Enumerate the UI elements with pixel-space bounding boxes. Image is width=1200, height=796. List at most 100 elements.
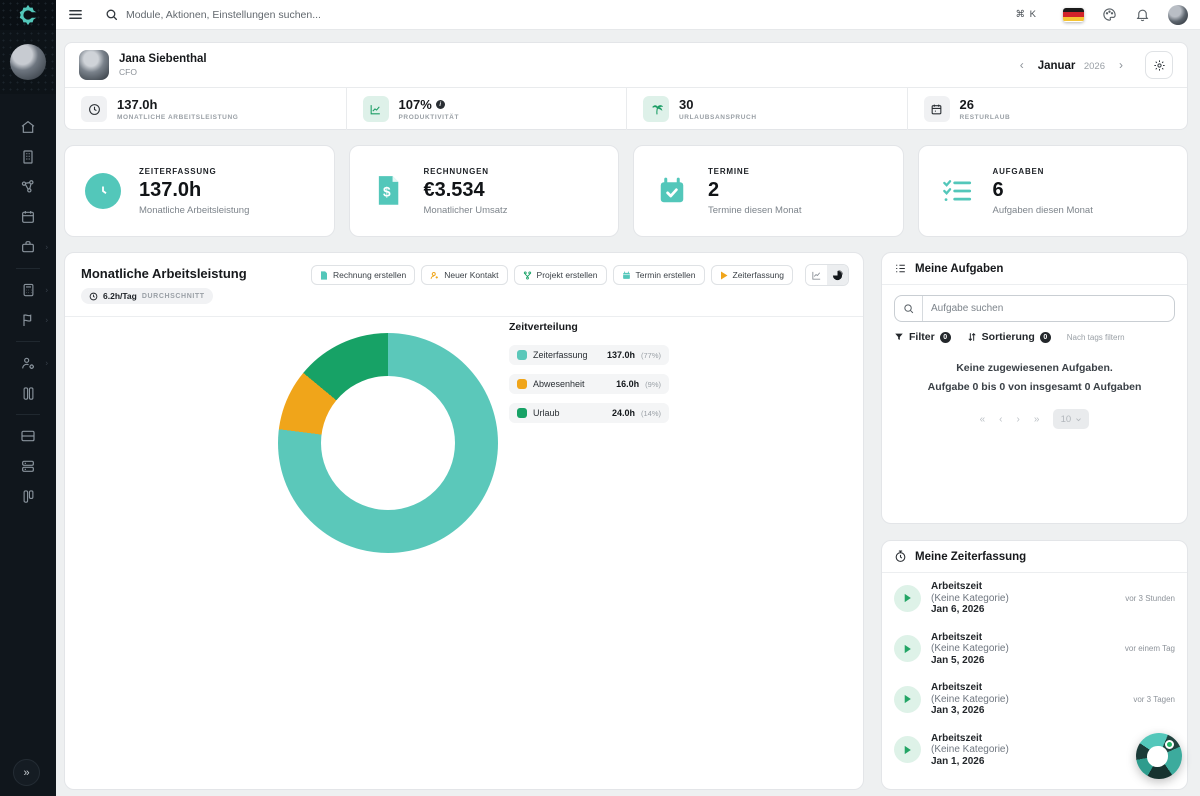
last-page-button[interactable]: » bbox=[1034, 414, 1040, 425]
stats-row: 137.0h MONATLICHE ARBEITSLEISTUNG 107%i … bbox=[65, 88, 1187, 130]
chart-view-toggle bbox=[805, 264, 849, 286]
sidebar-item-company[interactable] bbox=[0, 142, 56, 172]
user-settings-icon bbox=[20, 355, 36, 371]
time-panel-header: Meine Zeiterfassung bbox=[882, 541, 1187, 573]
stat-value: 30 bbox=[679, 97, 757, 112]
stat-monthly-hours: 137.0h MONATLICHE ARBEITSLEISTUNG bbox=[65, 88, 346, 130]
card-title: AUFGABEN bbox=[993, 167, 1093, 176]
sidebar-item-finance[interactable]: › bbox=[0, 275, 56, 305]
line-view-button[interactable] bbox=[806, 265, 827, 285]
card-value: €3.534 bbox=[424, 179, 508, 202]
quick-actions: Rechnung erstellen Neuer Kontakt Projekt… bbox=[311, 264, 849, 286]
hierarchy-icon bbox=[20, 179, 36, 195]
global-search-input[interactable] bbox=[126, 9, 486, 21]
trend-chart-icon bbox=[369, 103, 382, 116]
play-icon[interactable] bbox=[894, 736, 921, 763]
sidebar-item-hr[interactable]: › bbox=[0, 348, 56, 378]
stat-value: 26 bbox=[960, 97, 1011, 112]
create-invoice-button[interactable]: Rechnung erstellen bbox=[311, 265, 415, 285]
card-value: 6 bbox=[993, 179, 1093, 202]
card-aufgaben[interactable]: AUFGABEN 6 Aufgaben diesen Monat bbox=[918, 145, 1189, 237]
play-icon bbox=[720, 271, 728, 280]
time-entry[interactable]: Arbeitszeit (Keine Kategorie) Jan 6, 202… bbox=[882, 573, 1187, 624]
tasks-pagination: « ‹ › » 10 bbox=[882, 409, 1187, 429]
first-page-button[interactable]: « bbox=[980, 414, 986, 425]
sidebar-item-stack[interactable] bbox=[0, 451, 56, 481]
online-status-dot bbox=[1165, 740, 1174, 749]
next-page-button[interactable]: › bbox=[1017, 414, 1020, 425]
line-chart-icon bbox=[811, 270, 822, 281]
pie-view-button[interactable] bbox=[827, 265, 848, 285]
sidebar-item-panel[interactable] bbox=[0, 421, 56, 451]
app-logo[interactable] bbox=[0, 0, 56, 30]
language-flag-button[interactable] bbox=[1063, 8, 1084, 22]
chevron-right-icon: › bbox=[45, 286, 48, 295]
average-label: DURCHSCHNITT bbox=[142, 293, 205, 300]
palm-tree-icon bbox=[650, 103, 663, 116]
assistant-floating-button[interactable] bbox=[1136, 733, 1182, 779]
time-entry[interactable]: Arbeitszeit (Keine Kategorie) Jan 3, 202… bbox=[882, 674, 1187, 725]
create-project-button[interactable]: Projekt erstellen bbox=[514, 265, 607, 285]
profile-avatar[interactable] bbox=[1168, 5, 1188, 25]
stopwatch-icon bbox=[894, 550, 907, 563]
columns-icon bbox=[21, 386, 36, 401]
sidebar-item-calendar[interactable] bbox=[0, 202, 56, 232]
play-icon[interactable] bbox=[894, 635, 921, 662]
my-tasks-panel: Meine Aufgaben Filter 0 Sortierung 0 Nac… bbox=[881, 252, 1188, 524]
pie-chart-icon bbox=[832, 270, 843, 281]
sidebar-item-kanban[interactable] bbox=[0, 481, 56, 511]
flag-icon bbox=[20, 312, 36, 328]
chevron-right-icon: › bbox=[45, 243, 48, 252]
sidebar-item-network[interactable] bbox=[0, 172, 56, 202]
theme-palette-button[interactable] bbox=[1102, 7, 1117, 22]
prev-month-button[interactable]: ‹ bbox=[1016, 58, 1028, 72]
building-icon bbox=[20, 149, 36, 165]
info-icon[interactable]: i bbox=[436, 100, 445, 109]
sidebar-user-avatar[interactable] bbox=[10, 44, 46, 80]
clock-icon bbox=[88, 103, 101, 116]
notifications-button[interactable] bbox=[1135, 7, 1150, 22]
sidebar-divider bbox=[16, 414, 40, 415]
card-title: RECHNUNGEN bbox=[424, 167, 508, 176]
card-zeiterfassung[interactable]: ZEITERFASSUNG 137.0h Monatliche Arbeitsl… bbox=[64, 145, 335, 237]
tasks-list-icon bbox=[894, 262, 907, 275]
sort-button[interactable]: Sortierung 0 bbox=[967, 331, 1051, 343]
time-tracking-button[interactable]: Zeiterfassung bbox=[711, 265, 794, 285]
next-month-button[interactable]: › bbox=[1115, 58, 1127, 72]
flag-stripe-gold bbox=[1063, 17, 1084, 22]
new-contact-button[interactable]: Neuer Kontakt bbox=[421, 265, 507, 285]
time-entry[interactable]: Arbeitszeit (Keine Kategorie) Jan 5, 202… bbox=[882, 624, 1187, 675]
card-rechnungen[interactable]: $ RECHNUNGEN €3.534 Monatlicher Umsatz bbox=[349, 145, 620, 237]
entry-relative-time: vor einem Tag bbox=[1125, 644, 1175, 653]
page-size-select[interactable]: 10 bbox=[1053, 409, 1089, 429]
legend-item-zeiterfassung[interactable]: Zeiterfassung 137.0h (77%) bbox=[509, 345, 669, 365]
sidebar-divider bbox=[16, 268, 40, 269]
empty-line-2: Aufgabe 0 bis 0 von insgesamt 0 Aufgaben bbox=[882, 378, 1187, 397]
topbar: ⌘ K bbox=[56, 0, 1200, 30]
sidebar-item-home[interactable] bbox=[0, 112, 56, 142]
sidebar-item-projects[interactable]: › bbox=[0, 305, 56, 335]
card-termine[interactable]: TERMINE 2 Termine diesen Monat bbox=[633, 145, 904, 237]
invoice-icon bbox=[320, 271, 328, 280]
keyboard-shortcut: ⌘ K bbox=[1016, 9, 1037, 20]
play-icon[interactable] bbox=[894, 585, 921, 612]
prev-page-button[interactable]: ‹ bbox=[999, 414, 1002, 425]
legend-item-abwesenheit[interactable]: Abwesenheit 16.0h (9%) bbox=[509, 374, 669, 394]
stat-remaining-vacation: 26 RESTURLAUB bbox=[907, 88, 1188, 130]
sidebar-item-work[interactable]: › bbox=[0, 232, 56, 262]
task-search-input[interactable] bbox=[923, 303, 1174, 314]
card-subtitle: Monatliche Arbeitsleistung bbox=[139, 205, 249, 216]
sidebar-item-cards[interactable] bbox=[0, 378, 56, 408]
tasks-empty-state: Keine zugewiesenen Aufgaben. Aufgabe 0 b… bbox=[882, 359, 1187, 397]
create-appointment-button[interactable]: Termin erstellen bbox=[613, 265, 705, 285]
legend-item-urlaub[interactable]: Urlaub 24.0h (14%) bbox=[509, 403, 669, 423]
filter-button[interactable]: Filter 0 bbox=[894, 331, 951, 343]
average-badge: 6.2h/Tag DURCHSCHNITT bbox=[81, 288, 213, 304]
play-icon[interactable] bbox=[894, 686, 921, 713]
donut-chart[interactable] bbox=[278, 333, 498, 553]
dashboard-settings-button[interactable] bbox=[1145, 51, 1173, 79]
menu-toggle-button[interactable] bbox=[68, 7, 83, 22]
chevron-down-icon bbox=[1075, 416, 1082, 423]
stat-value: 107% bbox=[399, 97, 432, 112]
sidebar-expand-button[interactable]: » bbox=[13, 759, 40, 786]
